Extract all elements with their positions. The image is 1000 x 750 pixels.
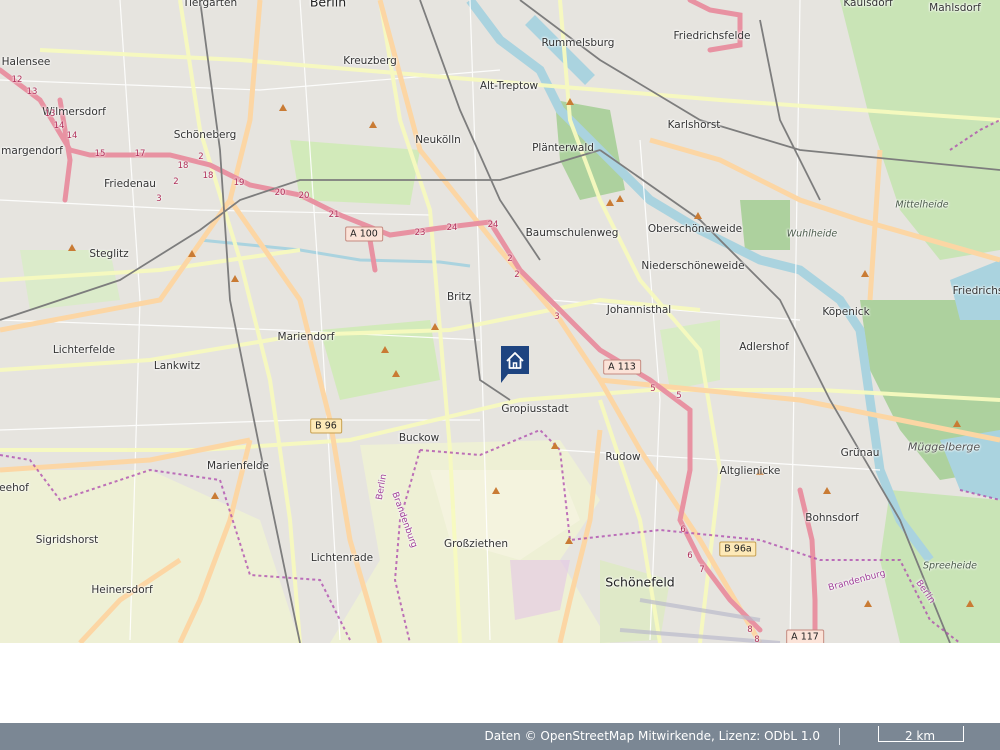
exit-number: 21 xyxy=(328,210,340,220)
location-marker[interactable] xyxy=(500,345,530,383)
place-label-sigridshorst: Sigridshorst xyxy=(35,534,99,546)
exit-number: 8 xyxy=(754,635,760,643)
place-label-rudow: Rudow xyxy=(605,451,641,463)
exit-number: 5 xyxy=(650,384,656,394)
place-label-grossziethen: Großziethen xyxy=(443,538,509,550)
place-label-steglitz: Steglitz xyxy=(89,248,129,260)
place-label-oberschoeneweide: Oberschöneweide xyxy=(647,223,743,235)
exit-number: 7 xyxy=(699,565,705,575)
place-label-rummelsburg: Rummelsburg xyxy=(541,37,615,49)
place-label-tiergarten: Tiergarten xyxy=(182,0,238,9)
road-shield-b96a: B 96a xyxy=(719,541,757,557)
exit-number: 20 xyxy=(274,188,286,198)
place-label-johannisthal: Johannisthal xyxy=(606,304,672,316)
place-label-mariendorf: Mariendorf xyxy=(277,331,335,343)
place-label-kaulsdorf: Kaulsdorf xyxy=(843,0,893,9)
exit-number: 17 xyxy=(134,149,146,159)
exit-number: 14 xyxy=(53,121,65,131)
road-shield-a117: A 117 xyxy=(786,629,824,643)
place-label-lankwitz: Lankwitz xyxy=(153,360,201,372)
exit-number: 20 xyxy=(298,191,310,201)
forest-label-spreeheide: Spreeheide xyxy=(922,560,978,572)
place-label-halensee: Halensee xyxy=(1,56,51,68)
exit-number: 2 xyxy=(198,152,204,162)
place-label-friedrichshagen: Friedrichs xyxy=(952,285,1000,297)
footer-divider xyxy=(839,728,840,745)
place-label-friedenau: Friedenau xyxy=(104,178,156,190)
exit-number: 6 xyxy=(680,525,686,535)
exit-number: 14 xyxy=(66,131,78,141)
place-label-karlshorst: Karlshorst xyxy=(667,119,721,131)
place-label-britz: Britz xyxy=(446,291,472,303)
place-label-buckow: Buckow xyxy=(398,432,440,444)
place-label-lichterfelde: Lichterfelde xyxy=(52,344,116,356)
place-label-bohnsdorf: Bohnsdorf xyxy=(805,512,859,524)
exit-number: 15 xyxy=(94,149,106,159)
exit-number: 18 xyxy=(202,171,214,181)
forest-label-mueggelberge: Müggelberge xyxy=(907,440,981,454)
exit-number: 13 xyxy=(26,87,38,97)
exit-number: 2 xyxy=(173,177,179,187)
place-label-friedrichsfelde: Friedrichsfelde xyxy=(673,30,751,42)
place-label-adlershof: Adlershof xyxy=(739,341,789,353)
place-label-mahlsdorf: Mahlsdorf xyxy=(929,2,981,14)
forest-label-mittelheide: Mittelheide xyxy=(895,199,949,211)
home-icon xyxy=(501,346,529,383)
exit-number: 3 xyxy=(554,312,560,322)
place-label-marienfelde: Marienfelde xyxy=(206,460,270,472)
exit-number: 24 xyxy=(487,220,499,230)
exit-number: 5 xyxy=(676,391,682,401)
map-view[interactable]: Tiergarten Berlin Kaulsdorf Mahlsdorf Ru… xyxy=(0,0,1000,643)
place-label-heinersdorf: Heinersdorf xyxy=(91,584,153,596)
exit-number: 6 xyxy=(687,551,693,561)
place-label-niederschoeneweide: Niederschöneweide xyxy=(641,260,745,272)
place-label-plaenterwald: Plänterwald xyxy=(532,142,594,154)
exit-number: 18 xyxy=(177,161,189,171)
place-label-berlin: Berlin xyxy=(309,0,347,10)
place-label-neukoelln: Neukölln xyxy=(415,134,461,146)
place-label-koepenick: Köpenick xyxy=(822,306,870,318)
exit-number: 2 xyxy=(507,254,513,264)
place-label-gropiusstadt: Gropiusstadt xyxy=(501,403,569,415)
exit-number: 13 xyxy=(44,109,56,119)
map-footer: Daten © OpenStreetMap Mitwirkende, Lizen… xyxy=(0,723,1000,750)
exit-number: 19 xyxy=(233,178,245,188)
place-label-schmargendorf: margendorf xyxy=(1,145,63,157)
exit-number: 8 xyxy=(747,625,753,635)
road-shield-a113: A 113 xyxy=(603,359,641,375)
road-shield-a100: A 100 xyxy=(345,226,383,242)
exit-number: 2 xyxy=(514,270,520,280)
place-label-schoeneberg: Schöneberg xyxy=(173,129,237,141)
place-label-baumschulenweg: Baumschulenweg xyxy=(525,227,619,239)
place-label-kreuzberg: Kreuzberg xyxy=(343,55,397,67)
exit-number: 12 xyxy=(11,75,23,85)
place-label-gruenau: Grünau xyxy=(840,447,880,459)
forest-label-wuhlheide: Wuhlheide xyxy=(786,228,838,240)
place-label-alt-treptow: Alt-Treptow xyxy=(479,80,539,92)
place-label-zehlendorf-seehof: eehof xyxy=(0,482,29,494)
exit-number: 24 xyxy=(446,223,458,233)
place-label-altglienicke: Altglienicke xyxy=(719,465,781,477)
exit-number: 3 xyxy=(156,194,162,204)
road-shield-b96: B 96 xyxy=(310,418,342,434)
place-label-lichtenrade: Lichtenrade xyxy=(310,552,374,564)
exit-number: 23 xyxy=(414,228,426,238)
place-label-schoenefeld: Schönefeld xyxy=(605,574,675,590)
map-attribution[interactable]: Daten © OpenStreetMap Mitwirkende, Lizen… xyxy=(484,723,820,750)
scale-bar-label: 2 km xyxy=(904,729,936,743)
